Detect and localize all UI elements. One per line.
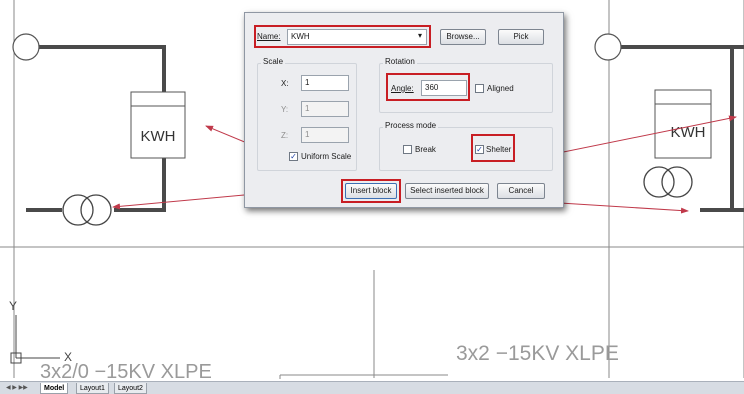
layout-tab-bar: ◀ ▶ ▶▶ Model Layout1 Layout2 — [0, 381, 744, 394]
select-inserted-block-button[interactable]: Select inserted block — [405, 183, 489, 199]
aligned-label: Aligned — [487, 84, 514, 93]
scale-x-label: X: — [281, 79, 289, 88]
pick-button[interactable]: Pick — [498, 29, 544, 45]
insert-block-highlight — [341, 179, 401, 203]
scale-y-input[interactable]: 1 — [301, 101, 349, 117]
tab-layout2[interactable]: Layout2 — [114, 383, 147, 394]
transformer-symbol-right[interactable] — [643, 166, 675, 198]
circle-symbol — [594, 33, 622, 61]
ucs-y-label: Y — [9, 299, 17, 313]
cable-label-left: 3x2/0 −15KV XLPE — [40, 361, 212, 383]
uniform-scale-label: Uniform Scale — [301, 152, 352, 161]
tab-layout1[interactable]: Layout1 — [76, 383, 109, 394]
ucs-x-label: X — [64, 350, 72, 364]
rotation-title: Rotation — [383, 57, 417, 66]
scale-title: Scale — [261, 57, 286, 66]
kwh-block-left[interactable] — [130, 91, 186, 159]
shelter-highlight — [471, 134, 515, 162]
scale-z-input[interactable]: 1 — [301, 127, 349, 143]
scale-y-label: Y: — [281, 105, 289, 114]
break-checkbox[interactable] — [403, 145, 412, 154]
break-label: Break — [415, 145, 436, 154]
kwh-label-left: KWH — [141, 128, 176, 145]
browse-button[interactable]: Browse... — [440, 29, 486, 45]
insert-dialog: Name: KWH ▾ Browse... Pick Scale X: 1 Y:… — [244, 12, 564, 208]
cable-label-right: 3x2 −15KV XLPE — [456, 342, 619, 365]
angle-highlight — [386, 73, 470, 101]
uniform-scale-checkbox[interactable]: ✓ — [289, 152, 298, 161]
process-mode-title: Process mode — [383, 121, 439, 130]
name-highlight — [254, 25, 431, 48]
scale-z-label: Z: — [281, 131, 289, 140]
aligned-checkbox[interactable] — [475, 84, 484, 93]
cancel-button[interactable]: Cancel — [497, 183, 545, 199]
tab-model[interactable]: Model — [40, 383, 69, 394]
scale-x-input[interactable]: 1 — [301, 75, 349, 91]
tab-nav-arrows-icon[interactable]: ◀ ▶ ▶▶ — [6, 383, 28, 394]
circle-symbol — [12, 33, 40, 61]
transformer-symbol-left[interactable] — [62, 194, 94, 226]
